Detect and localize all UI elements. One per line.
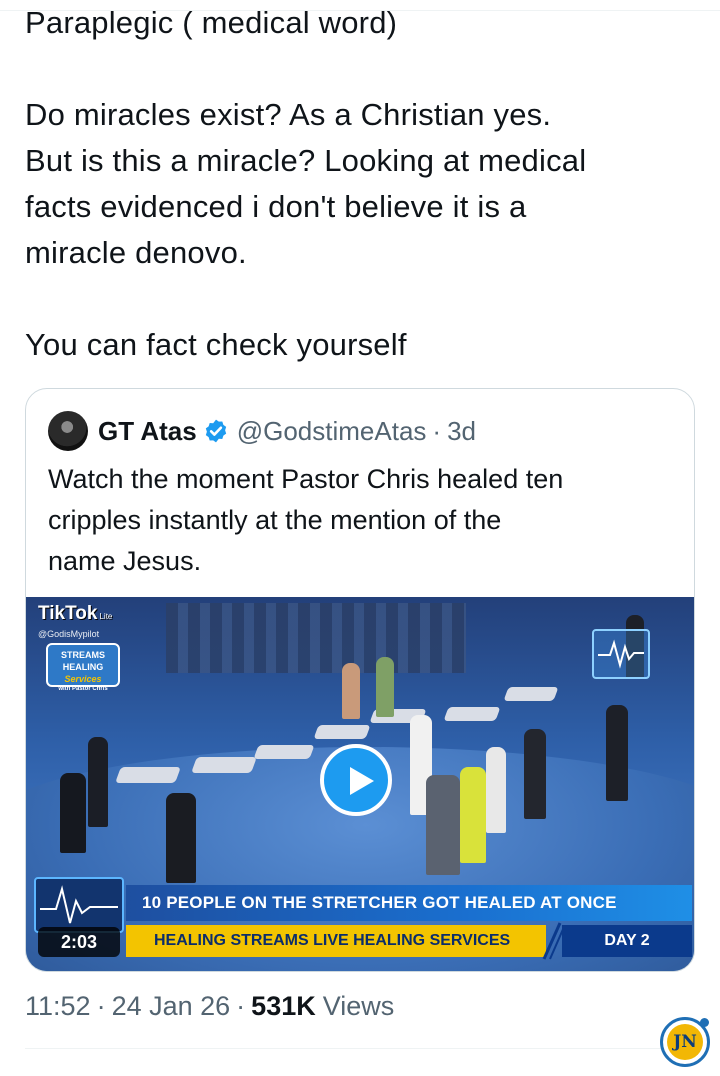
- separator-dot: ·: [432, 415, 442, 446]
- tweet-meta: 11:52 · 24 Jan 26 · 531K Views: [25, 986, 394, 1026]
- tiktok-label: TikTok: [38, 603, 98, 624]
- views-label[interactable]: Views: [323, 991, 395, 1022]
- person: [166, 793, 196, 883]
- jn-watermark-logo: JN: [660, 1017, 710, 1067]
- subline-banner: HEALING STREAMS LIVE HEALING SERVICES: [126, 925, 546, 957]
- person: [460, 767, 486, 863]
- stretcher: [503, 687, 559, 701]
- tiktok-sub: Lite: [99, 612, 113, 621]
- tweet-detail-view: Paraplegic ( medical word) Do miracles e…: [0, 0, 720, 1076]
- person: [60, 773, 86, 853]
- logo-line: STREAMS: [60, 650, 105, 660]
- author-name[interactable]: GT Atas: [98, 416, 197, 447]
- views-count[interactable]: 531K: [251, 991, 316, 1022]
- post-date[interactable]: 24 Jan 26: [112, 991, 231, 1022]
- avatar[interactable]: [48, 411, 88, 451]
- tiktok-watermark: TikTok Lite: [38, 603, 112, 625]
- auditorium-seats: [166, 603, 466, 673]
- video-thumbnail[interactable]: TikTok Lite @GodisMypilot STREAMS HEALING…: [26, 597, 694, 971]
- play-icon: [350, 767, 374, 795]
- logo-dot: [700, 1018, 709, 1027]
- separator-dot: ·: [236, 990, 246, 1021]
- post-age[interactable]: 3d: [447, 416, 476, 447]
- stretcher: [253, 745, 315, 759]
- headline-banner: 10 PEOPLE ON THE STRETCHER GOT HEALED AT…: [126, 885, 692, 921]
- healing-streams-logo: STREAMS HEALING Services with Pastor Chr…: [46, 643, 120, 692]
- person: [426, 775, 460, 875]
- jn-logo-text: JN: [667, 1024, 703, 1060]
- bottom-divider: [25, 1048, 695, 1049]
- person: [342, 663, 360, 719]
- post-time[interactable]: 11:52: [25, 991, 91, 1022]
- person: [376, 657, 394, 717]
- quoted-line: cripples instantly at the mention of the: [48, 505, 502, 535]
- person: [88, 737, 108, 827]
- tweet-line: facts evidenced i don't believe it is a: [25, 189, 527, 224]
- play-button[interactable]: [320, 744, 392, 816]
- banner-slash-icon: [542, 922, 564, 960]
- quoted-line: name Jesus.: [48, 546, 202, 576]
- tiktok-handle: @GodisMypilot: [38, 629, 100, 639]
- tweet-line: But is this a miracle? Looking at medica…: [25, 143, 587, 178]
- tweet-blank-line: [25, 276, 695, 322]
- logo-line: with Pastor Chris: [58, 686, 108, 692]
- heartbeat-icon: [592, 629, 650, 679]
- quoted-line: Watch the moment Pastor Chris healed ten: [48, 464, 564, 494]
- stretcher: [443, 707, 501, 721]
- logo-line: HEALING: [62, 662, 104, 672]
- pulse-logo-icon: [34, 877, 124, 933]
- author-handle[interactable]: @GodstimeAtas: [237, 416, 427, 447]
- tweet-line: You can fact check yourself: [25, 327, 407, 362]
- stretcher: [115, 767, 181, 783]
- broadcast-lower-third: 10 PEOPLE ON THE STRETCHER GOT HEALED AT…: [26, 877, 694, 971]
- person: [486, 747, 506, 833]
- video-duration: 2:03: [38, 927, 120, 957]
- verified-badge-icon: [205, 419, 226, 443]
- quoted-tweet-text: Watch the moment Pastor Chris healed ten…: [48, 459, 678, 582]
- tweet-blank-line: [25, 46, 695, 92]
- person: [606, 705, 628, 801]
- tweet-line: Do miracles exist? As a Christian yes.: [25, 97, 552, 132]
- quoted-tweet-header: GT Atas @GodstimeAtas · 3d: [48, 411, 476, 451]
- tweet-text: Paraplegic ( medical word) Do miracles e…: [25, 0, 695, 368]
- separator-dot: ·: [96, 990, 106, 1021]
- tweet-line: miracle denovo.: [25, 235, 247, 270]
- tweet-line: Paraplegic ( medical word): [25, 5, 398, 40]
- logo-line: Services: [64, 674, 102, 684]
- day-badge: DAY 2: [562, 925, 692, 957]
- person: [524, 729, 546, 819]
- stretcher: [313, 725, 371, 739]
- quoted-tweet-card[interactable]: GT Atas @GodstimeAtas · 3d Watch the mom…: [25, 388, 695, 972]
- stretcher: [191, 757, 257, 773]
